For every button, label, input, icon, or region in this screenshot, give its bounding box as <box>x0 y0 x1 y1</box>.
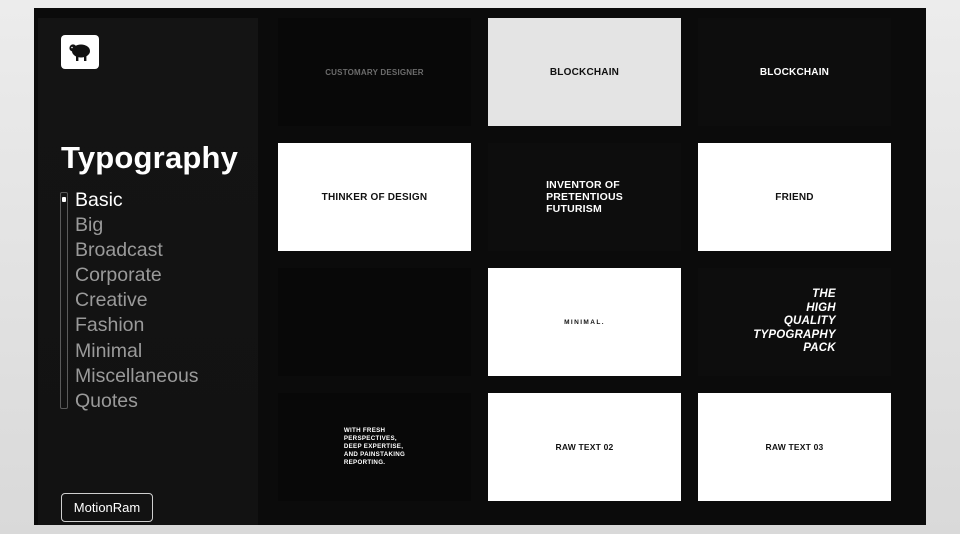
category-title: Typography <box>61 140 239 175</box>
category-item-minimal[interactable]: Minimal <box>75 339 199 364</box>
category-item-big[interactable]: Big <box>75 213 199 238</box>
preview-card[interactable]: WITH FRESH PERSPECTIVES, DEEP EXPERTISE,… <box>278 393 471 501</box>
category-scroll-track[interactable] <box>60 192 68 409</box>
preview-card-text: BLOCKCHAIN <box>759 66 830 78</box>
motionram-button[interactable]: MotionRam <box>61 493 153 522</box>
sidebar: Typography Basic Big Broadcast Corporate… <box>38 18 258 525</box>
category-item-creative[interactable]: Creative <box>75 288 199 313</box>
sheep-icon[interactable] <box>61 35 99 69</box>
category-list: Basic Big Broadcast Corporate Creative F… <box>75 188 199 414</box>
category-item-quotes[interactable]: Quotes <box>75 389 199 414</box>
preview-card-text: THINKER OF DESIGN <box>321 191 428 203</box>
preview-card[interactable] <box>278 268 471 376</box>
preview-card-text: WITH FRESH PERSPECTIVES, DEEP EXPERTISE,… <box>343 427 406 466</box>
preview-card[interactable]: INVENTOR OF PRETENTIOUS FUTURISM <box>488 143 681 251</box>
preview-card-text: RAW TEXT 02 <box>555 442 614 452</box>
preview-card[interactable]: THE HIGH QUALITY TYPOGRAPHY PACK <box>698 268 891 376</box>
preview-card[interactable]: CUSTOMARY DESIGNER <box>278 18 471 126</box>
app-window: Typography Basic Big Broadcast Corporate… <box>34 8 926 525</box>
preview-card[interactable]: BLOCKCHAIN <box>698 18 891 126</box>
preview-card[interactable]: THINKER OF DESIGN <box>278 143 471 251</box>
preview-card[interactable]: RAW TEXT 02 <box>488 393 681 501</box>
category-item-miscellaneous[interactable]: Miscellaneous <box>75 364 199 389</box>
preview-card[interactable]: BLOCKCHAIN <box>488 18 681 126</box>
preview-card[interactable]: MINIMAL. <box>488 268 681 376</box>
category-item-basic[interactable]: Basic <box>75 188 199 213</box>
preview-card-text: INVENTOR OF PRETENTIOUS FUTURISM <box>546 179 623 215</box>
preview-card-text: THE HIGH QUALITY TYPOGRAPHY PACK <box>753 288 836 355</box>
preview-card-text: RAW TEXT 03 <box>765 442 824 452</box>
category-item-fashion[interactable]: Fashion <box>75 313 199 338</box>
category-scroll-thumb[interactable] <box>62 197 66 202</box>
preview-card[interactable]: FRIEND <box>698 143 891 251</box>
preview-card[interactable]: RAW TEXT 03 <box>698 393 891 501</box>
preview-card-text: BLOCKCHAIN <box>549 66 620 78</box>
preview-card-text: CUSTOMARY DESIGNER <box>325 67 424 77</box>
preview-card-text: MINIMAL. <box>564 318 605 326</box>
category-item-broadcast[interactable]: Broadcast <box>75 238 199 263</box>
preview-card-text: FRIEND <box>775 191 814 203</box>
category-item-corporate[interactable]: Corporate <box>75 263 199 288</box>
